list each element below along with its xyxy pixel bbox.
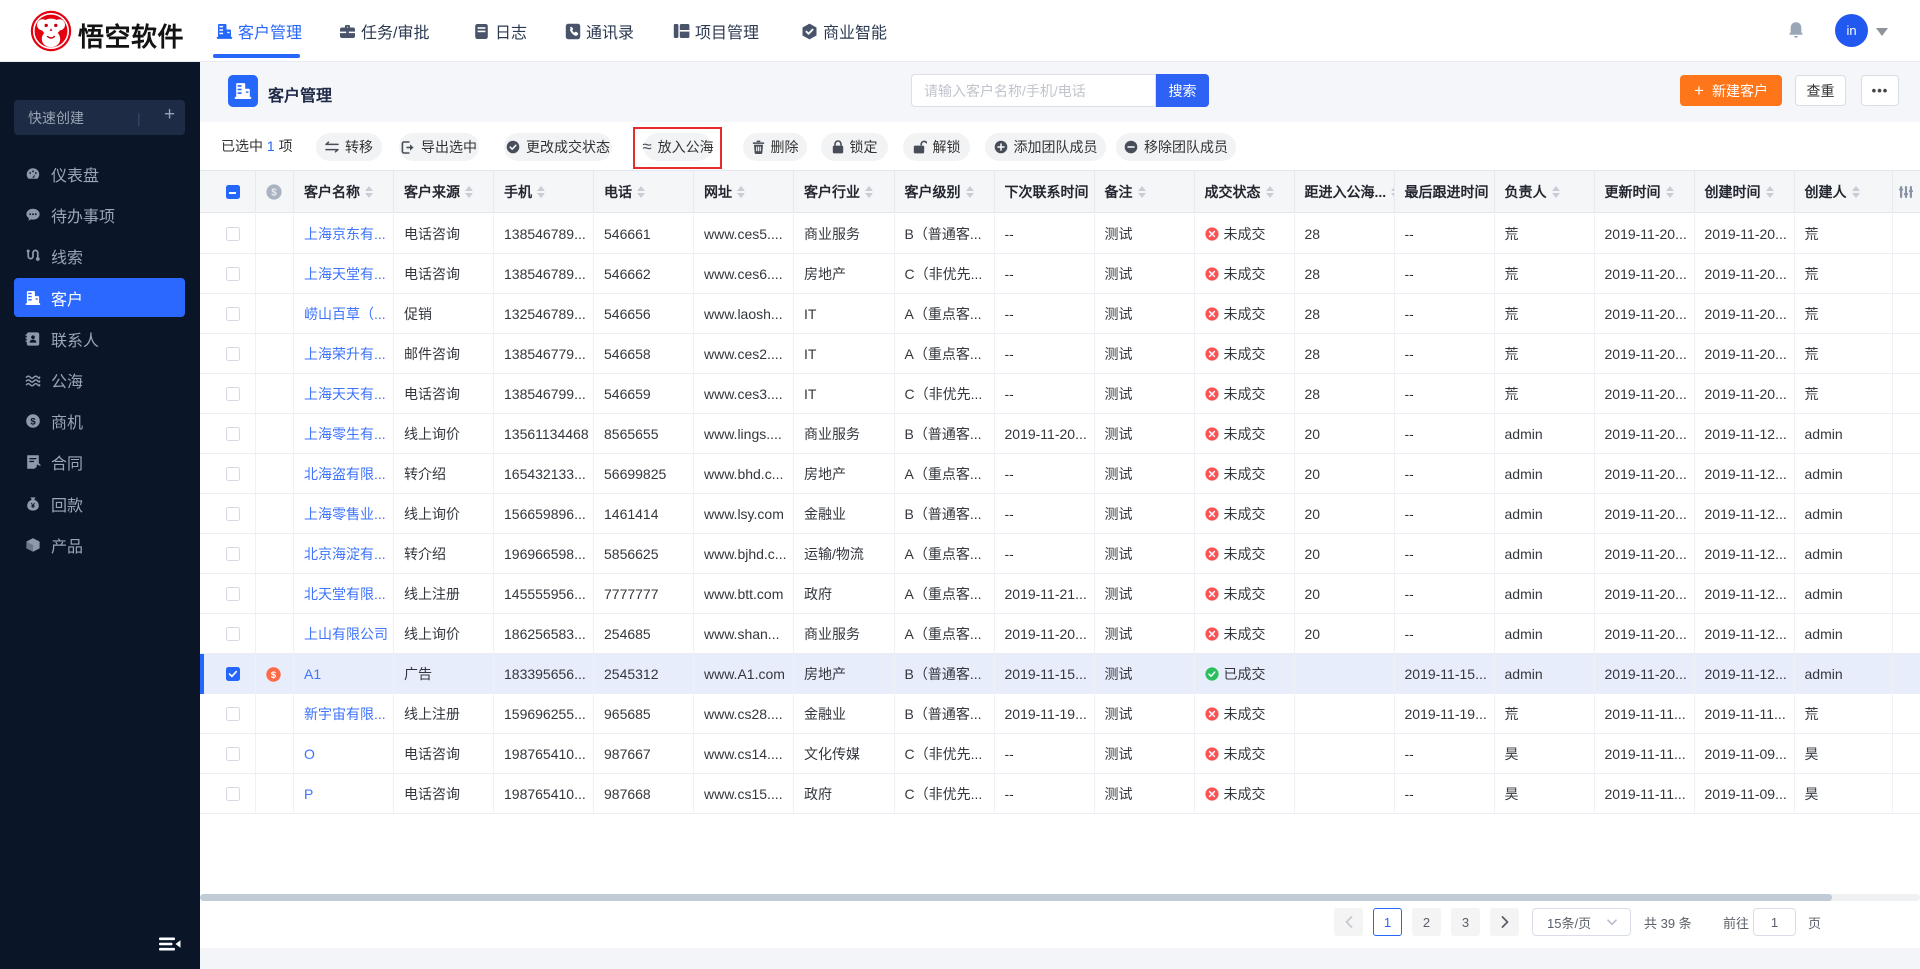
svg-text:$: $ <box>271 670 277 681</box>
svg-text:$: $ <box>30 417 36 428</box>
svg-text:$: $ <box>271 188 277 199</box>
